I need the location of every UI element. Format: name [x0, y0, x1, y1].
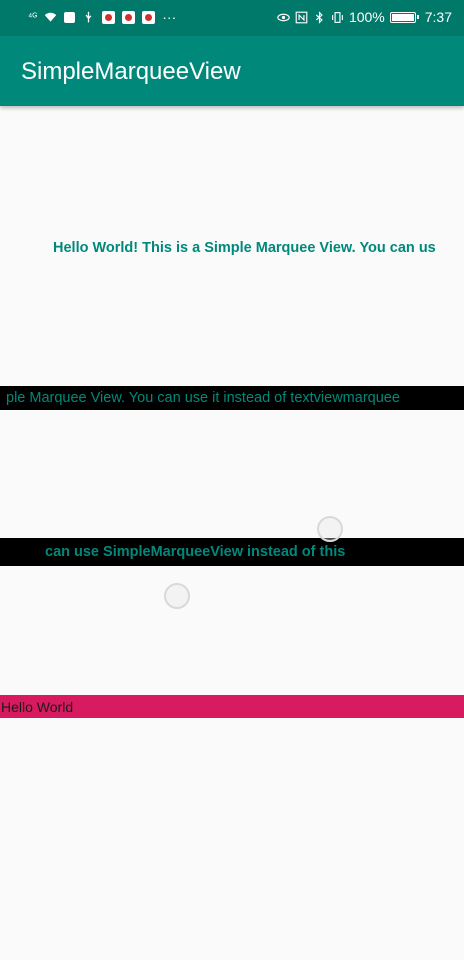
- wifi-icon: [45, 12, 57, 22]
- status-bar: ⁴ᴳ ··· 100% 7:37: [0, 0, 464, 36]
- bluetooth-icon: [315, 10, 323, 24]
- app-notification-icon: [102, 10, 116, 24]
- marquee-text-2: ple Marquee View. You can use it instead…: [6, 390, 400, 406]
- marquee-bar-4: Hello World: [0, 695, 464, 718]
- marquee-bar-3: can use SimpleMarqueeView instead of thi…: [0, 538, 464, 566]
- app-notification-icon-2: [122, 10, 136, 24]
- vibrate-icon: [331, 11, 343, 23]
- marquee-text-3: can use SimpleMarqueeView instead of thi…: [45, 544, 346, 560]
- touch-indicator-2: [164, 583, 190, 609]
- touch-indicator: [317, 516, 343, 542]
- battery-percent: 100%: [348, 9, 385, 25]
- nfc-icon: [295, 11, 308, 23]
- clock: 7:37: [424, 9, 452, 25]
- signal-icon: ⁴ᴳ: [28, 11, 38, 23]
- notification-square-icon: [64, 11, 76, 23]
- usb-icon: [85, 11, 92, 22]
- eye-icon: [277, 13, 290, 21]
- marquee-text-4: Hello World: [1, 699, 74, 715]
- app-bar: SimpleMarqueeView: [0, 36, 464, 106]
- marquee-text-1: Hello World! This is a Simple Marquee Vi…: [53, 240, 436, 256]
- more-notifications-icon: ···: [162, 9, 177, 25]
- app-title: SimpleMarqueeView: [21, 58, 241, 85]
- app-notification-icon-3: [142, 10, 156, 24]
- marquee-bar-2: ple Marquee View. You can use it instead…: [0, 386, 464, 410]
- battery-icon: [389, 11, 419, 23]
